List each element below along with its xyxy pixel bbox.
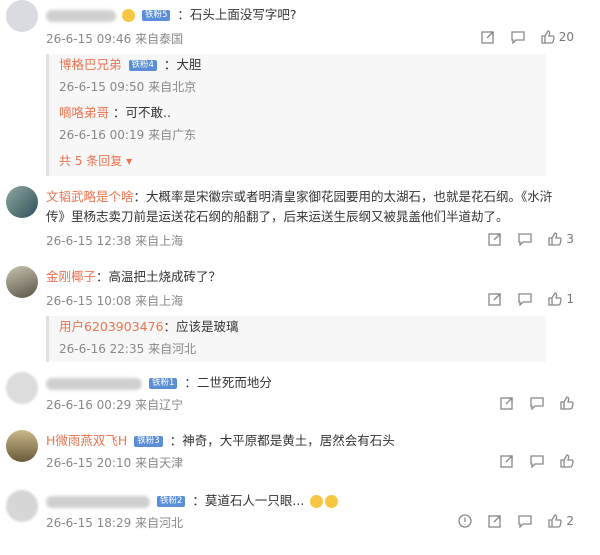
like-button[interactable]: [560, 396, 574, 410]
reply-text: ：应该是玻璃: [163, 319, 239, 334]
username[interactable]: 金刚椰子: [46, 269, 96, 284]
fan-badge: 铁粉4: [128, 60, 157, 71]
report-button[interactable]: [458, 514, 473, 528]
reply-button[interactable]: [530, 454, 544, 468]
comment-text: ：高温把土烧成砖了？: [96, 269, 222, 284]
emoji-icon: [310, 495, 324, 508]
reply-text: ：可不敢..: [113, 105, 171, 120]
share-icon: [500, 397, 513, 410]
comment-icon: [518, 515, 533, 528]
reply-button[interactable]: [518, 232, 533, 246]
comment-text-line-2: 传》里杨志卖刀前是运送花石纲的船翻了，后来运送生辰纲又被晁盖他们半道劫了。: [46, 209, 509, 224]
fan-badge: 铁粉3: [134, 436, 163, 447]
reply-username[interactable]: 用户6203903476: [59, 319, 164, 334]
comment-icon: [530, 455, 544, 468]
reply-text: ：大胆: [163, 57, 202, 72]
avatar[interactable]: [6, 186, 38, 218]
share-button[interactable]: [500, 454, 514, 468]
username-blurred[interactable]: [46, 377, 142, 390]
reply-location: 来自广东: [148, 128, 197, 142]
alert-icon: [458, 514, 473, 528]
comment-date: 26-6-16 00:29: [46, 398, 132, 412]
thumbs-up-icon: [548, 514, 563, 528]
avatar[interactable]: [6, 266, 38, 298]
comment-date: 26-6-15 18:29: [46, 516, 132, 530]
reply-date: 26-6-15 09:50: [59, 80, 145, 94]
reply-button[interactable]: [511, 30, 525, 44]
comment-icon: [511, 31, 525, 44]
share-button[interactable]: [488, 232, 502, 246]
reply-username[interactable]: 博格巴兄弟: [59, 57, 122, 72]
comment-text-line-1: ：大概率是宋徽宗或者明清皇家御花园要用的太湖石，也就是花石纲。《水浒: [133, 189, 553, 204]
like-button[interactable]: [560, 454, 574, 468]
reply-location: 来自河北: [148, 342, 197, 356]
share-button[interactable]: [488, 292, 502, 306]
reply-block: 用户6203903476：应该是玻璃 26-6-16 22:35 来自河北: [46, 316, 546, 362]
comment-text: ：神奇，大平原都是黄土，居然会有石头: [169, 433, 395, 448]
comment-icon: [518, 233, 533, 246]
like-button[interactable]: 1: [548, 292, 574, 306]
avatar[interactable]: [6, 490, 38, 522]
comment-icon: [518, 293, 533, 306]
fan-badge: 铁粉2: [156, 496, 186, 507]
share-icon: [488, 293, 502, 306]
emoji-icon: [325, 495, 339, 508]
share-icon: [488, 515, 502, 528]
reply-button[interactable]: [518, 514, 533, 528]
comment-location: 来自泰国: [135, 32, 184, 46]
reply-block: 博格巴兄弟 铁粉4 ：大胆 26-6-15 09:50 来自北京 嘀咯弟哥 ：可…: [46, 54, 546, 176]
share-icon: [481, 31, 494, 44]
comment-location: 来自上海: [135, 234, 184, 248]
share-icon: [488, 233, 502, 246]
comment-text: ：莫道石人一只眼...: [192, 493, 305, 508]
like-count: 20: [558, 30, 574, 44]
fan-badge: 铁粉5: [141, 10, 171, 21]
comment-date: 26-6-15 20:10: [46, 456, 132, 470]
comment-text: ：石头上面没写字吧?: [177, 7, 297, 22]
fan-badge: 铁粉1: [148, 378, 178, 389]
comment-location: 来自天津: [135, 456, 184, 470]
comment-date: 26-6-15 10:08: [46, 294, 132, 308]
avatar[interactable]: [6, 0, 38, 32]
thumbs-up-icon: [560, 454, 574, 468]
more-replies-link[interactable]: 共 5 条回复 ▾: [59, 152, 132, 169]
like-count: 1: [566, 292, 574, 306]
like-count: 2: [566, 514, 574, 528]
thumbs-up-icon: [560, 396, 574, 410]
comment-location: 来自上海: [135, 294, 184, 308]
share-button[interactable]: [500, 396, 514, 410]
comment-date: 26-6-15 09:46: [46, 32, 132, 46]
reply-date: 26-6-16 00:19: [59, 128, 145, 142]
reply-date: 26-6-16 22:35: [59, 342, 145, 356]
reply-location: 来自北京: [148, 80, 197, 94]
username-blurred[interactable]: [46, 9, 116, 22]
username[interactable]: 文韬武略是个啥: [46, 189, 134, 204]
thumbs-up-icon: [548, 232, 563, 246]
thumbs-up-icon: [548, 292, 563, 306]
reply-username[interactable]: 嘀咯弟哥: [59, 105, 109, 120]
avatar[interactable]: [6, 430, 38, 462]
share-button[interactable]: [481, 30, 495, 44]
thumbs-up-icon: [541, 30, 555, 44]
reply-button[interactable]: [518, 292, 533, 306]
emoji-icon: [121, 9, 135, 22]
comment-location: 来自辽宁: [135, 398, 184, 412]
like-button[interactable]: 2: [548, 514, 574, 528]
share-button[interactable]: [488, 514, 502, 528]
like-button[interactable]: 20: [541, 30, 574, 44]
like-button[interactable]: 3: [548, 232, 574, 246]
share-icon: [500, 455, 513, 468]
reply-button[interactable]: [530, 396, 544, 410]
avatar[interactable]: [6, 372, 38, 404]
username[interactable]: H微雨燕双飞H: [46, 433, 127, 448]
comment-date: 26-6-15 12:38: [46, 234, 132, 248]
comment-text: ：二世死而地分: [184, 375, 272, 390]
comment-icon: [530, 397, 544, 410]
comment-location: 来自河北: [135, 516, 184, 530]
username-blurred[interactable]: [46, 495, 150, 508]
like-count: 3: [566, 232, 574, 246]
